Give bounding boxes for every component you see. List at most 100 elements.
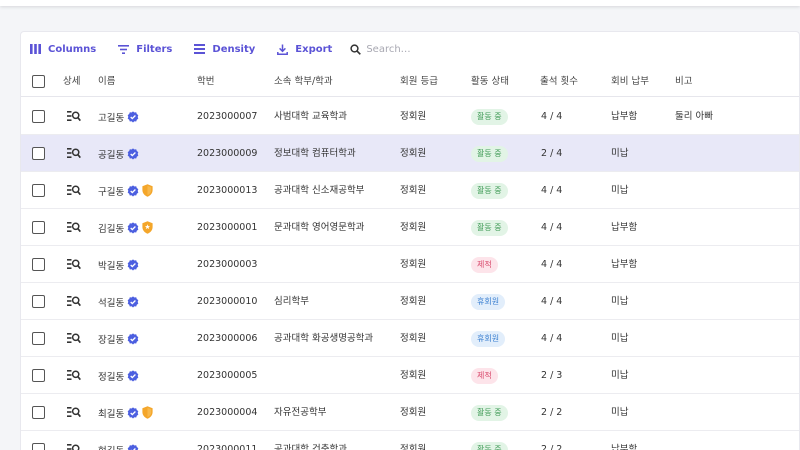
table-row[interactable]: 박길동 2023000003 정회원 제적 4 / 4 납부함: [21, 246, 799, 283]
attendance-cell: 4 / 4: [541, 222, 563, 233]
member-name: 석길동: [98, 297, 125, 309]
department-cell: 사범대학 교육학과: [274, 111, 347, 122]
row-checkbox[interactable]: [32, 295, 45, 308]
table-header: 상세 이름 학번 소속 학부/학과 회원 등급 활동 상태 출석 횟수 회비 납…: [21, 66, 799, 97]
columns-label: Columns: [48, 43, 97, 55]
data-grid: Columns Filters Density Export 상세 이름 학번 …: [20, 31, 800, 450]
search-input[interactable]: [366, 43, 487, 55]
header-detail[interactable]: 상세: [63, 66, 80, 97]
table-row[interactable]: 김길동 2023000001 문과대학 영어영문학과 정회원 활동 중 4 / 4 납부함: [21, 209, 799, 246]
verified-badge-icon: [127, 369, 139, 381]
fee-payment-cell: 미납: [611, 185, 629, 196]
row-checkbox[interactable]: [32, 147, 45, 160]
row-checkbox[interactable]: [32, 110, 45, 123]
department-cell: 공과대학 신소재공학부: [274, 185, 365, 196]
member-grade-cell: 정회원: [400, 111, 427, 122]
attendance-cell: 4 / 4: [541, 333, 563, 344]
name-cell: 장길동: [98, 320, 139, 357]
row-checkbox[interactable]: [32, 369, 45, 382]
detail-search-icon[interactable]: [67, 184, 81, 197]
density-button[interactable]: Density: [194, 44, 255, 55]
row-checkbox[interactable]: [32, 406, 45, 419]
verified-badge-icon: [127, 221, 139, 233]
name-cell: 최길동: [98, 394, 153, 431]
fee-payment-cell: 미납: [611, 148, 629, 159]
attendance-cell: 2 / 2: [541, 444, 563, 450]
header-activity-status[interactable]: 활동 상태: [471, 66, 509, 97]
header-student-id[interactable]: 학번: [197, 66, 214, 97]
activity-status-chip: 제적: [471, 257, 498, 273]
detail-search-icon[interactable]: [67, 258, 81, 271]
member-name: 현길동: [98, 443, 124, 450]
student-id-cell: 2023000004: [197, 407, 258, 418]
member-grade-cell: 정회원: [400, 222, 427, 233]
row-checkbox[interactable]: [32, 443, 45, 450]
detail-search-icon[interactable]: [67, 332, 81, 345]
density-icon: [194, 44, 206, 54]
table-row[interactable]: 구길동 2023000013 공과대학 신소재공학부 정회원 활동 중 4 / 4 미납: [21, 172, 799, 209]
header-fee-payment[interactable]: 회비 납부: [611, 66, 649, 97]
detail-search-icon[interactable]: [67, 443, 81, 450]
header-note[interactable]: 비고: [675, 66, 692, 97]
search-icon: [350, 43, 362, 55]
attendance-cell: 4 / 4: [541, 296, 563, 307]
select-all-checkbox[interactable]: [32, 75, 45, 88]
member-name: 장길동: [98, 334, 125, 346]
verified-badge-icon: [127, 147, 139, 159]
student-id-cell: 2023000003: [197, 259, 258, 270]
header-member-grade[interactable]: 회원 등급: [400, 66, 438, 97]
grid-toolbar: Columns Filters Density Export: [21, 32, 799, 66]
member-grade-cell: 정회원: [400, 444, 427, 450]
detail-search-icon[interactable]: [67, 147, 81, 160]
name-cell: 정길동: [98, 357, 139, 394]
member-name: 구길동: [98, 186, 125, 198]
verified-badge-icon: [127, 406, 139, 418]
activity-status-chip: 활동 중: [471, 183, 508, 199]
note-cell: 둘리 아빠: [675, 111, 713, 122]
header-attendance[interactable]: 출석 횟수: [540, 66, 578, 97]
columns-button[interactable]: Columns: [30, 44, 96, 55]
density-label: Density: [212, 43, 256, 55]
table-row[interactable]: 고길동 2023000007 사범대학 교육학과 정회원 활동 중 4 / 4 납부함 둘리 …: [21, 98, 799, 135]
attendance-cell: 2 / 3: [541, 370, 563, 381]
activity-status-chip: 활동 중: [471, 442, 508, 450]
fee-payment-cell: 미납: [611, 296, 629, 307]
member-grade-cell: 정회원: [400, 333, 427, 344]
header-name[interactable]: 이름: [98, 66, 115, 97]
header-department[interactable]: 소속 학부/학과: [274, 66, 333, 97]
detail-search-icon[interactable]: [67, 110, 81, 123]
name-cell: 구길동: [98, 172, 153, 209]
filter-icon: [118, 44, 130, 54]
table-row[interactable]: 최길동 2023000004 자유전공학부 정회원 활동 중 2 / 2 미납: [21, 394, 799, 431]
detail-search-icon[interactable]: [67, 221, 81, 234]
detail-search-icon[interactable]: [67, 406, 81, 419]
department-cell: 공과대학 건축학과: [274, 444, 347, 450]
verified-badge-icon: [127, 110, 139, 122]
student-id-cell: 2023000013: [197, 185, 258, 196]
table-row[interactable]: 공길동 2023000009 정보대학 컴퓨터학과 정회원 활동 중 2 / 4 미납: [21, 135, 799, 172]
detail-search-icon[interactable]: [67, 369, 81, 382]
attendance-cell: 2 / 2: [541, 407, 563, 418]
name-cell: 박길동: [98, 246, 139, 283]
detail-search-icon[interactable]: [67, 295, 81, 308]
filters-button[interactable]: Filters: [118, 44, 172, 55]
activity-status-chip: 활동 중: [471, 109, 508, 125]
row-checkbox[interactable]: [32, 332, 45, 345]
fee-payment-cell: 납부함: [611, 222, 638, 233]
department-cell: 공과대학 화공생명공학과: [274, 333, 374, 344]
department-cell: 정보대학 컴퓨터학과: [274, 148, 356, 159]
student-id-cell: 2023000010: [197, 296, 258, 307]
row-checkbox[interactable]: [32, 221, 45, 234]
member-name: 김길동: [98, 223, 125, 235]
table-row[interactable]: 현길동 2023000011 공과대학 건축학과 정회원 활동 중 2 / 2 납부함: [21, 431, 799, 450]
table-row[interactable]: 석길동 2023000010 심리학부 정회원 휴회원 4 / 4 미납: [21, 283, 799, 320]
attendance-cell: 4 / 4: [541, 111, 563, 122]
member-grade-cell: 정회원: [400, 370, 427, 381]
activity-status-chip: 활동 중: [471, 220, 508, 236]
table-row[interactable]: 정길동 2023000005 정회원 제적 2 / 3 미납: [21, 357, 799, 394]
table-row[interactable]: 장길동 2023000006 공과대학 화공생명공학과 정회원 휴회원 4 / 4 미납: [21, 320, 799, 357]
export-button[interactable]: Export: [277, 44, 332, 55]
row-checkbox[interactable]: [32, 258, 45, 271]
row-checkbox[interactable]: [32, 184, 45, 197]
name-cell: 김길동: [98, 209, 153, 246]
